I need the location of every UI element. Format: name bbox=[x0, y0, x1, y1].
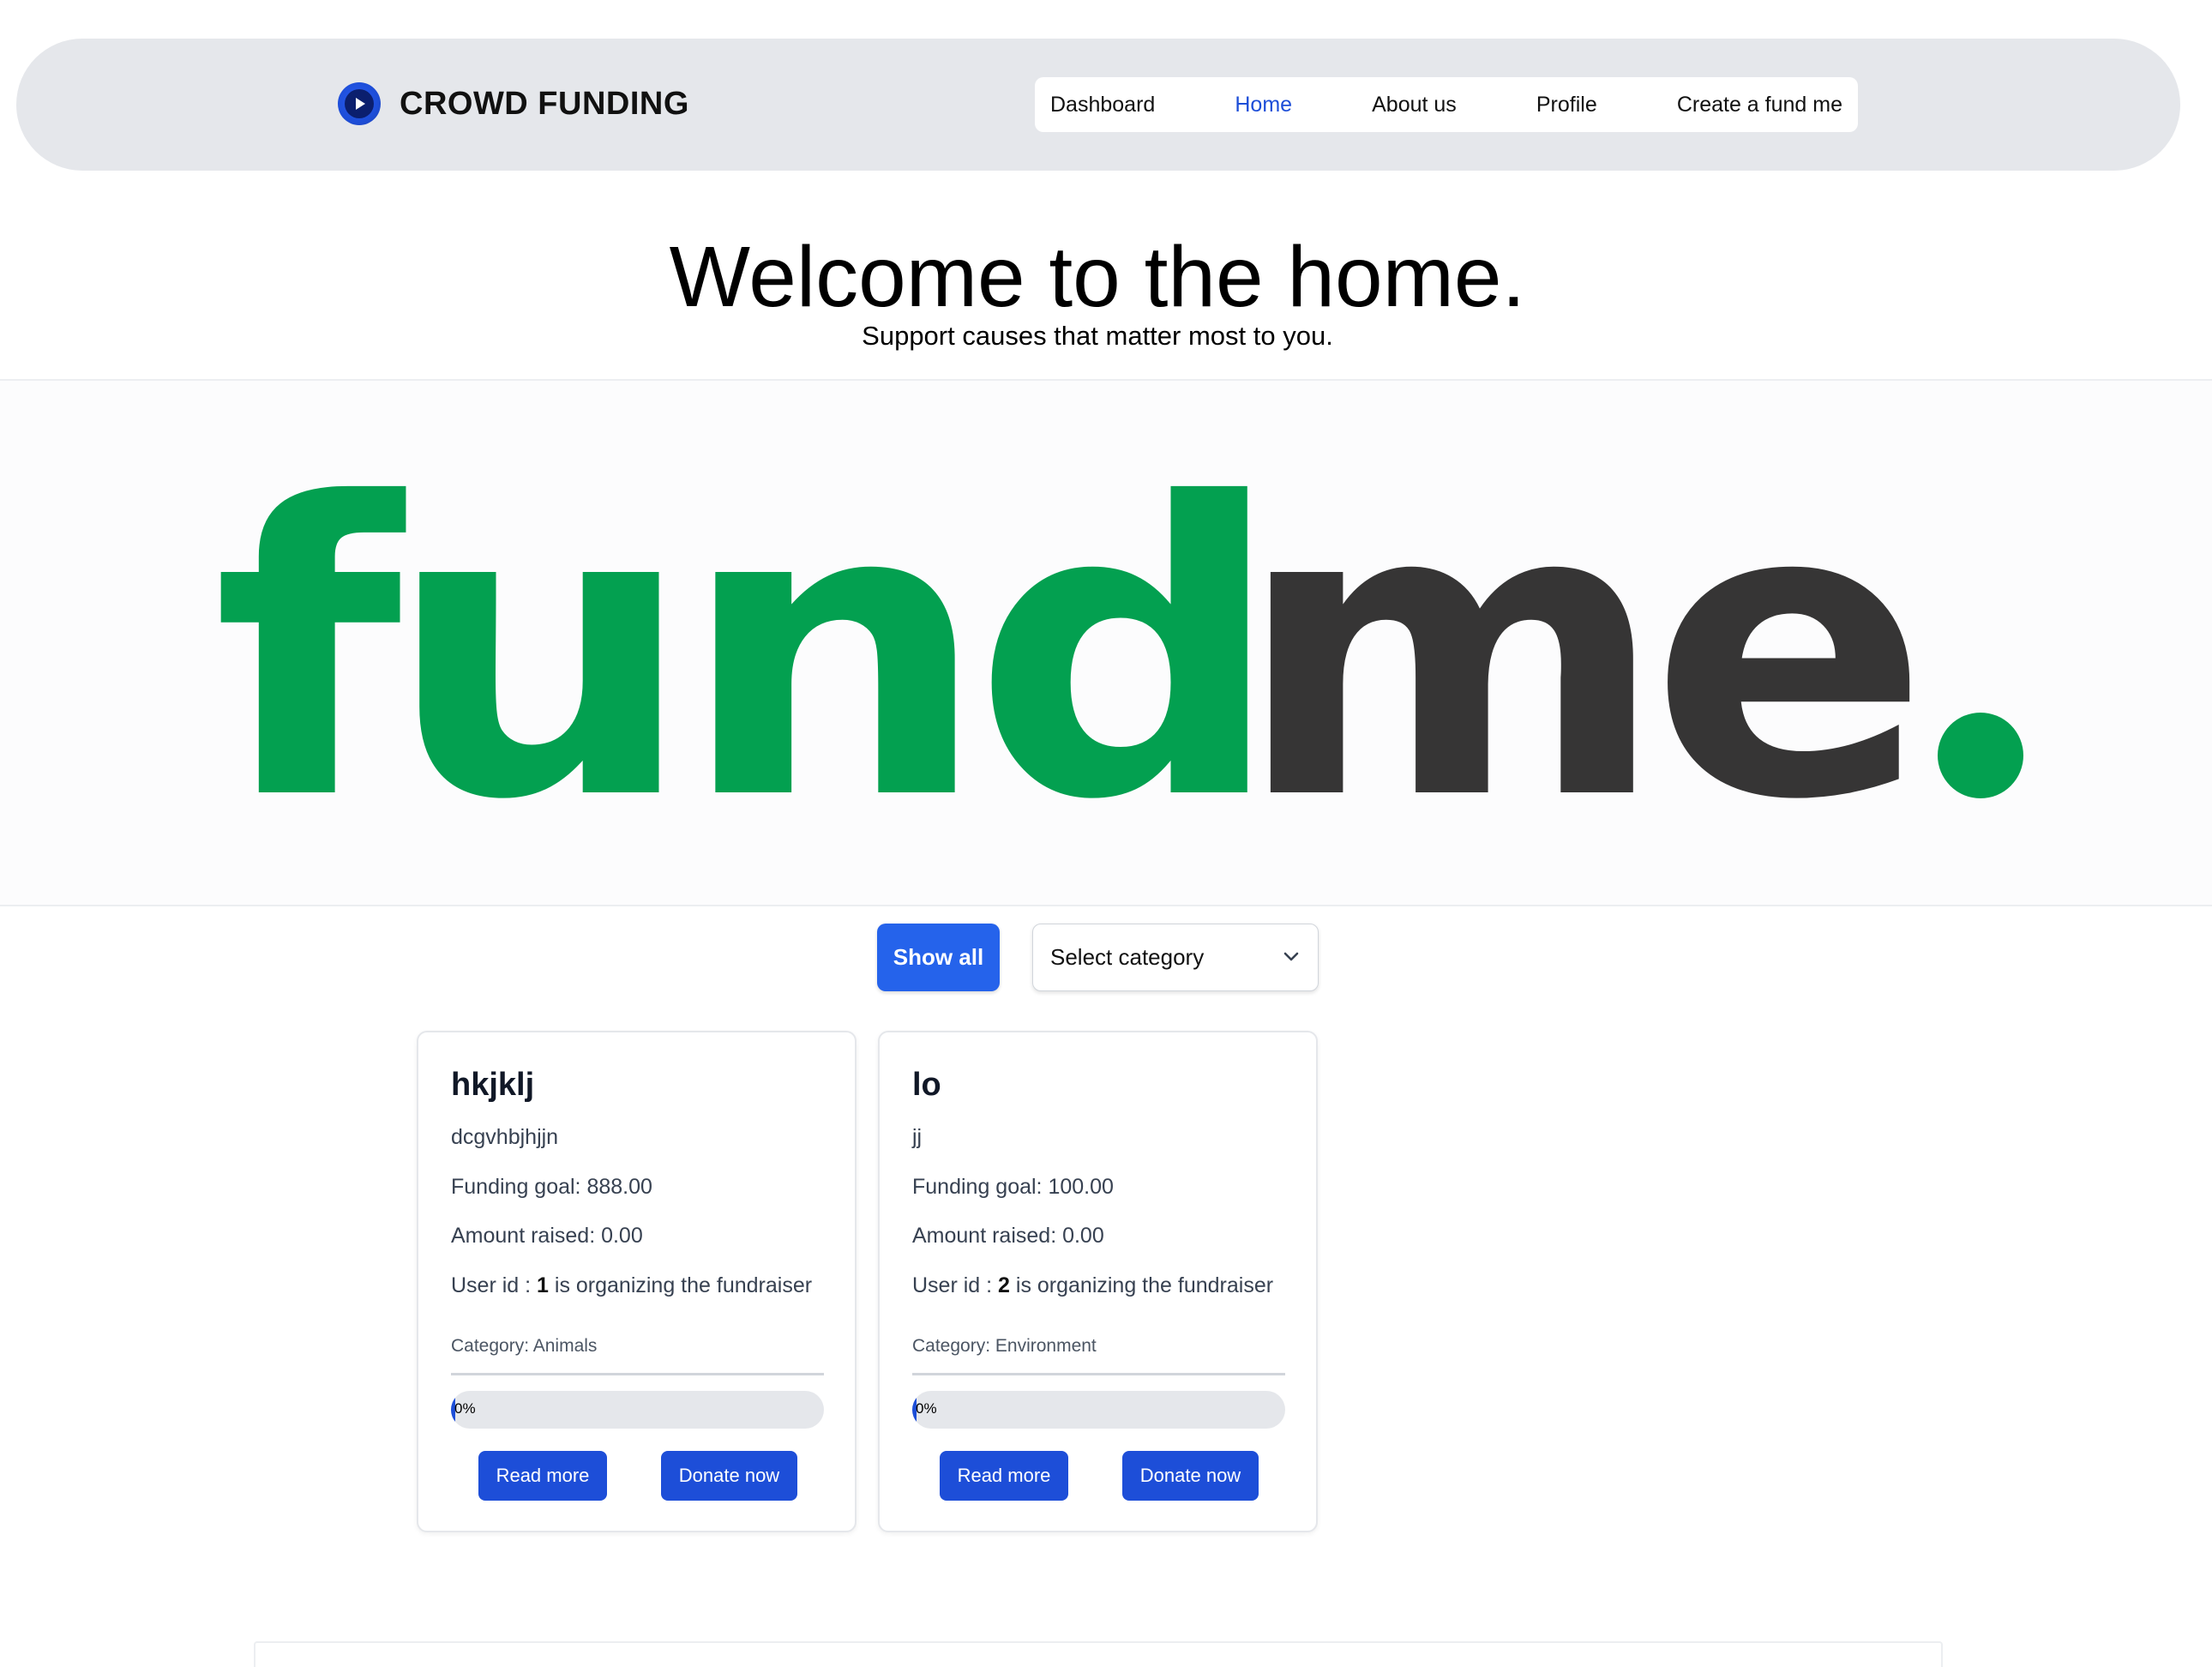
campaign-description: dcgvhbjhjjn bbox=[451, 1125, 559, 1149]
amount-raised: Amount raised: 0.00 bbox=[451, 1224, 643, 1248]
nav-profile[interactable]: Profile bbox=[1536, 93, 1597, 117]
funding-goal: Funding goal: 888.00 bbox=[451, 1175, 652, 1199]
page-title: Welcome to the home. bbox=[669, 229, 1526, 325]
funding-goal: Funding goal: 100.00 bbox=[912, 1175, 1114, 1199]
chevron-down-icon bbox=[1283, 952, 1299, 961]
campaign-description: jj bbox=[912, 1125, 923, 1149]
donate-now-button[interactable]: Donate now bbox=[661, 1451, 797, 1501]
nav-about-us[interactable]: About us bbox=[1372, 93, 1457, 117]
donate-now-button[interactable]: Donate now bbox=[1122, 1451, 1259, 1501]
read-more-button[interactable]: Read more bbox=[940, 1451, 1068, 1501]
logo-dot bbox=[1938, 713, 2023, 798]
campaign-title: hkjklj bbox=[451, 1067, 535, 1103]
user-id: 1 bbox=[537, 1273, 549, 1297]
fundme-logo: fund me bbox=[213, 418, 2023, 888]
brand-name: CROWD FUNDING bbox=[400, 85, 689, 122]
logo-fund-text: fund bbox=[213, 418, 1267, 888]
fundme-banner: fund me bbox=[0, 379, 2212, 906]
campaign-category: Category: Environment bbox=[912, 1336, 1097, 1356]
show-all-button[interactable]: Show all bbox=[877, 924, 1000, 991]
logo-me-text: me bbox=[1236, 418, 1914, 888]
footer-section bbox=[254, 1641, 1943, 1667]
amount-raised: Amount raised: 0.00 bbox=[912, 1224, 1104, 1248]
nav-dashboard[interactable]: Dashboard bbox=[1050, 93, 1155, 117]
navbar: CROWD FUNDING Dashboard Home About us Pr… bbox=[16, 39, 2180, 171]
brand[interactable]: CROWD FUNDING bbox=[338, 81, 689, 127]
campaign-title: lo bbox=[912, 1067, 941, 1103]
campaign-card: hkjklj dcgvhbjhjjn Funding goal: 888.00 … bbox=[417, 1031, 857, 1532]
organizer-info: User id : 1 is organizing the fundraiser bbox=[451, 1273, 813, 1297]
category-select-value: Select category bbox=[1050, 944, 1205, 970]
campaign-category: Category: Animals bbox=[451, 1336, 598, 1356]
page-subtitle: Support causes that matter most to you. bbox=[862, 321, 1333, 351]
play-circle-icon bbox=[338, 82, 381, 125]
organizer-info: User id : 2 is organizing the fundraiser bbox=[912, 1273, 1274, 1297]
divider bbox=[451, 1373, 824, 1375]
progress-bar: 0% bbox=[451, 1391, 824, 1429]
progress-bar: 0% bbox=[912, 1391, 1285, 1429]
campaign-card: lo jj Funding goal: 100.00 Amount raised… bbox=[878, 1031, 1318, 1532]
progress-label: 0% bbox=[454, 1400, 476, 1417]
user-id: 2 bbox=[998, 1273, 1010, 1297]
divider bbox=[912, 1373, 1285, 1375]
read-more-button[interactable]: Read more bbox=[478, 1451, 607, 1501]
progress-label: 0% bbox=[916, 1400, 937, 1417]
category-select[interactable]: Select category bbox=[1032, 924, 1319, 991]
nav-home[interactable]: Home bbox=[1235, 93, 1292, 117]
nav-menu: Dashboard Home About us Profile Create a… bbox=[1035, 77, 1858, 132]
nav-create-fund-me[interactable]: Create a fund me bbox=[1677, 93, 1842, 117]
